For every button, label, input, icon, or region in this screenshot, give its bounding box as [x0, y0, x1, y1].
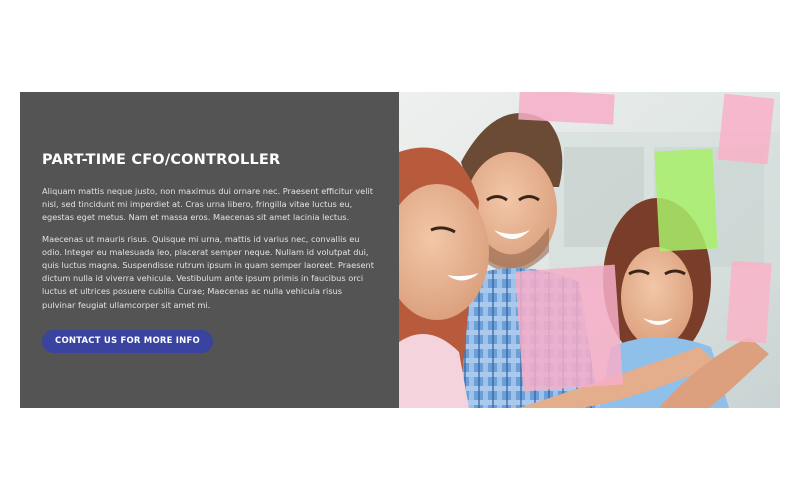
- body-paragraph-2: Maecenas ut mauris risus. Quisque mi urn…: [42, 233, 374, 310]
- contact-us-button[interactable]: CONTACT US FOR MORE INFO: [42, 329, 213, 353]
- section-title: PART-TIME CFO/CONTROLLER: [42, 152, 281, 168]
- info-panel: PART-TIME CFO/CONTROLLER Aliquam mattis …: [20, 92, 399, 408]
- team-photo: [399, 92, 780, 408]
- hero-section: PART-TIME CFO/CONTROLLER Aliquam mattis …: [20, 92, 780, 408]
- body-paragraph-1: Aliquam mattis neque justo, non maximus …: [42, 186, 373, 223]
- team-photo-illustration: [399, 92, 780, 408]
